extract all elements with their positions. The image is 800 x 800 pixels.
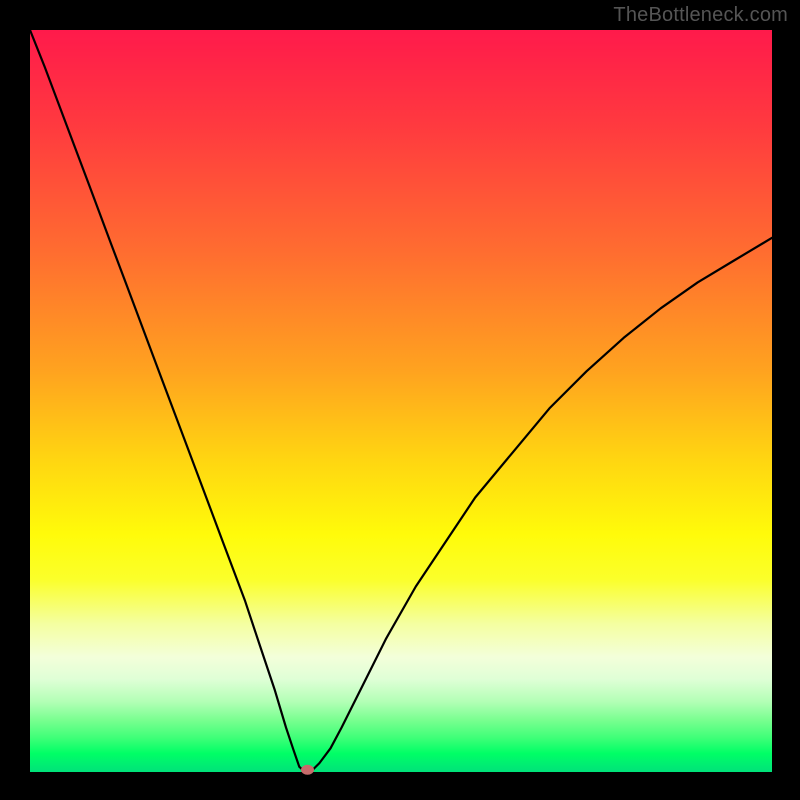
curve-layer [30,30,772,772]
bottleneck-curve [30,30,772,771]
chart-frame: TheBottleneck.com [0,0,800,800]
optimal-point-marker [302,765,314,774]
plot-area [30,30,772,772]
watermark-text: TheBottleneck.com [613,4,788,27]
